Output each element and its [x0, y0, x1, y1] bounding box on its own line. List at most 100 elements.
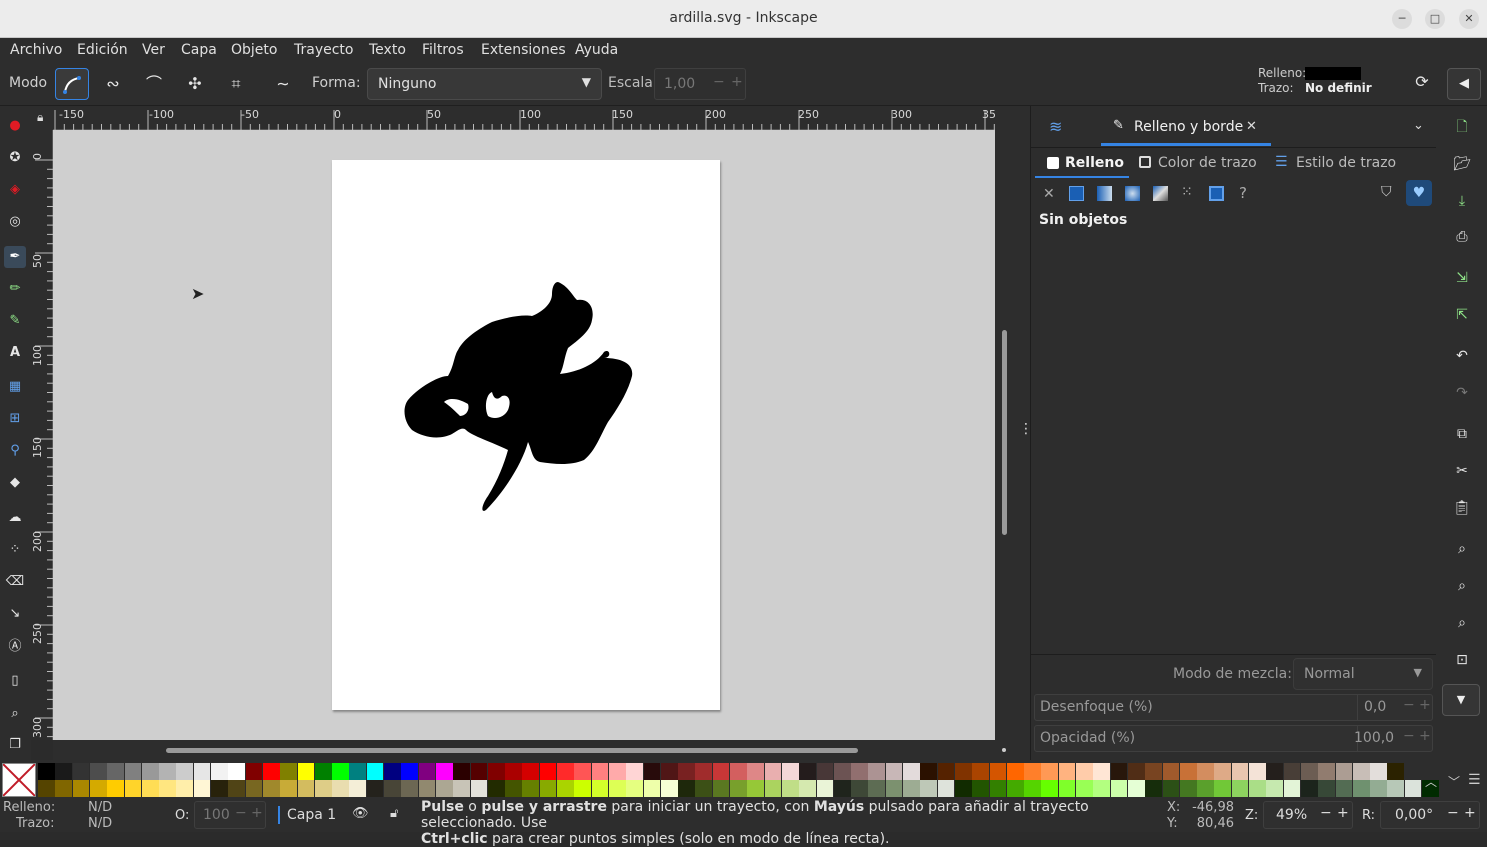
color-swatch[interactable]	[678, 780, 695, 797]
minus-icon[interactable]: −	[713, 74, 725, 90]
eye-icon[interactable]: 👁︎	[352, 806, 369, 821]
color-swatch[interactable]	[418, 763, 436, 780]
import-icon[interactable]: ⇲	[1450, 266, 1474, 290]
paste-icon[interactable]: 📋︎	[1450, 496, 1474, 520]
color-swatch[interactable]	[851, 780, 868, 797]
measure-tool-icon[interactable]: Ⓐ	[4, 636, 26, 658]
color-swatch[interactable]	[885, 763, 903, 780]
color-swatch[interactable]	[799, 780, 816, 797]
color-swatch[interactable]	[1024, 763, 1041, 780]
color-swatch[interactable]	[937, 763, 955, 780]
color-swatch[interactable]	[695, 763, 713, 780]
color-swatch[interactable]	[245, 763, 263, 780]
box3d-tool-icon[interactable]: ◈	[4, 179, 26, 201]
color-swatch[interactable]	[401, 763, 419, 780]
color-swatch[interactable]	[1127, 763, 1145, 780]
color-swatch[interactable]	[747, 763, 765, 780]
color-swatch[interactable]	[159, 780, 176, 797]
color-swatch[interactable]	[1249, 763, 1266, 780]
unset-paint-icon[interactable]: ?	[1239, 184, 1247, 202]
star-tool-icon[interactable]: ✪	[4, 147, 26, 169]
color-swatch[interactable]	[1110, 780, 1128, 797]
blend-mode-select[interactable]: Normal ▼	[1293, 658, 1433, 690]
bezier-mode-button[interactable]	[55, 68, 89, 100]
color-swatch[interactable]	[781, 763, 799, 780]
copy-icon[interactable]: ⧉	[1450, 422, 1474, 446]
color-swatch[interactable]	[626, 763, 643, 780]
color-swatch[interactable]	[1076, 780, 1093, 797]
color-swatch[interactable]	[470, 763, 488, 780]
tweak-tool-icon[interactable]: ☁	[4, 507, 26, 529]
color-swatch[interactable]	[245, 780, 263, 797]
pen-tool-icon[interactable]: ✒	[4, 246, 26, 268]
color-swatch[interactable]	[608, 763, 626, 780]
plus-icon[interactable]: +	[1419, 728, 1431, 744]
menu-extensiones[interactable]: Extensiones	[481, 42, 566, 58]
status-opacity-spinbox[interactable]: 100 − +	[194, 801, 266, 829]
color-swatch[interactable]	[574, 763, 592, 780]
dock-handle[interactable]: ⋮	[1013, 106, 1033, 760]
menu-edicion[interactable]: Edición	[77, 42, 128, 58]
color-swatch[interactable]	[574, 780, 592, 797]
color-swatch[interactable]	[747, 780, 765, 797]
color-swatch[interactable]	[107, 780, 124, 797]
color-swatch[interactable]	[920, 763, 938, 780]
color-swatch[interactable]	[816, 763, 834, 780]
minus-icon[interactable]: −	[235, 805, 247, 821]
no-color-swatch[interactable]	[2, 763, 36, 797]
color-swatch[interactable]	[314, 763, 332, 780]
color-swatch[interactable]	[730, 763, 747, 780]
color-swatch[interactable]	[1300, 763, 1318, 780]
color-swatch[interactable]	[799, 763, 816, 780]
color-swatch[interactable]	[972, 780, 989, 797]
menu-filtros[interactable]: Filtros	[422, 42, 464, 58]
color-swatch[interactable]	[435, 763, 453, 780]
menu-texto[interactable]: Texto	[369, 42, 406, 58]
color-swatch[interactable]	[55, 763, 73, 780]
rotation-spinbox[interactable]: 0,00° − +	[1380, 801, 1480, 829]
fill-rule-evenodd-icon[interactable]: ⛉	[1381, 184, 1392, 200]
color-swatch[interactable]	[38, 763, 55, 780]
color-swatch[interactable]	[297, 763, 315, 780]
color-swatch[interactable]	[1387, 780, 1405, 797]
color-swatch[interactable]	[903, 780, 920, 797]
snap-toggle-button[interactable]: ⟳	[1410, 72, 1434, 96]
zoom-tool-icon[interactable]: ⌕	[4, 703, 26, 725]
unlock-icon[interactable]: 🔓︎	[390, 806, 398, 821]
color-swatch[interactable]	[280, 780, 297, 797]
color-swatch[interactable]	[1093, 763, 1111, 780]
color-swatch[interactable]	[1197, 763, 1214, 780]
open-file-icon[interactable]: 📂︎	[1450, 152, 1474, 176]
color-swatch[interactable]	[1404, 780, 1422, 797]
color-swatch[interactable]	[297, 780, 315, 797]
color-swatch[interactable]	[505, 780, 522, 797]
color-swatch[interactable]	[1335, 780, 1353, 797]
color-swatch[interactable]	[1266, 763, 1284, 780]
circle-tool-icon[interactable]: ●	[4, 115, 26, 137]
color-swatch[interactable]	[1197, 780, 1214, 797]
bspline-mode-button[interactable]: ⌒	[137, 68, 171, 100]
color-swatch[interactable]	[280, 763, 297, 780]
subtab-fill[interactable]: Relleno	[1035, 150, 1129, 178]
color-swatch[interactable]	[107, 763, 124, 780]
flat-color-icon[interactable]	[1069, 186, 1084, 201]
opacity-spinbox[interactable]: Opacidad (%) 100,0 − +	[1034, 725, 1433, 752]
pages-list-icon[interactable]: ❐	[4, 734, 26, 756]
no-paint-icon[interactable]: ✕	[1043, 186, 1055, 202]
shape-select[interactable]: Ninguno ▼	[367, 68, 602, 100]
flatten-spiro-button[interactable]: ∼	[266, 68, 300, 100]
color-swatch[interactable]	[487, 763, 505, 780]
color-swatch[interactable]	[937, 780, 955, 797]
color-swatch[interactable]	[89, 780, 107, 797]
color-swatch[interactable]	[228, 780, 246, 797]
color-swatch[interactable]	[903, 763, 920, 780]
palette-scroll-down-icon[interactable]: ﹀	[1448, 773, 1460, 790]
zoom-page-icon[interactable]: ⌕	[1450, 611, 1474, 635]
vertical-ruler[interactable]: 0 50 100 150 200 250 300	[31, 130, 53, 740]
color-swatch[interactable]	[1179, 763, 1197, 780]
chevron-down-icon[interactable]: ⌄	[1413, 118, 1424, 133]
color-swatch[interactable]	[1300, 780, 1318, 797]
export-icon[interactable]: ⇱	[1450, 303, 1474, 327]
color-swatch[interactable]	[868, 780, 886, 797]
color-swatch[interactable]	[1283, 780, 1301, 797]
